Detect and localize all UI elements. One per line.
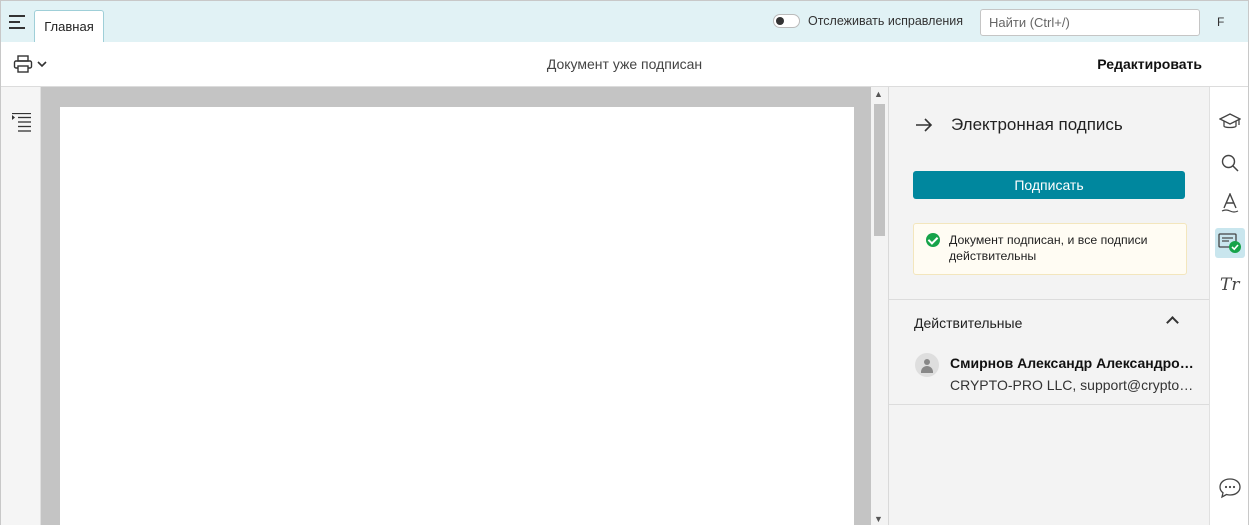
signer-item[interactable]: Смирнов Александр Александрович CRYPTO-P… (889, 344, 1209, 405)
outline-icon[interactable] (11, 113, 32, 133)
document-area (41, 87, 871, 525)
edit-button[interactable]: Редактировать (1097, 56, 1202, 72)
signature-status-notice: Документ подписан, и все подписи действи… (913, 223, 1187, 275)
text-style-icon[interactable] (1215, 188, 1245, 218)
sign-button[interactable]: Подписать (913, 171, 1185, 199)
svg-text:Tr: Tr (1220, 275, 1240, 293)
toggle-switch[interactable] (773, 14, 800, 28)
signer-org: CRYPTO-PRO LLC, support@cryptopro.ru (950, 377, 1200, 393)
right-rail: Tr (1209, 87, 1248, 525)
panel-header: Электронная подпись (915, 115, 1123, 135)
tab-home[interactable]: Главная (34, 10, 104, 42)
printer-icon (13, 55, 33, 73)
signer-name: Смирнов Александр Александрович (950, 355, 1200, 371)
avatar (915, 353, 939, 377)
signature-icon[interactable] (1215, 228, 1245, 258)
vertical-scrollbar[interactable]: ▲ ▼ (871, 87, 888, 525)
text-format-icon[interactable]: Tr (1215, 269, 1245, 299)
chevron-down-icon (37, 61, 47, 68)
notice-text: Документ подписан, и все подписи действи… (949, 233, 1148, 263)
scroll-thumb[interactable] (874, 104, 885, 236)
chevron-up-icon[interactable] (1166, 316, 1179, 329)
check-circle-icon (926, 233, 940, 247)
graduation-cap-icon[interactable] (1215, 107, 1245, 137)
user-avatar[interactable]: F (1217, 15, 1224, 29)
arrow-right-icon[interactable] (915, 118, 933, 132)
document-page[interactable] (60, 107, 854, 525)
track-changes-label: Отслеживать исправления (808, 14, 964, 28)
document-status: Документ уже подписан (546, 56, 703, 72)
search-input[interactable] (980, 9, 1200, 36)
search-icon[interactable] (1215, 148, 1245, 178)
valid-signatures-header[interactable]: Действительные (889, 300, 1209, 344)
toolbar: Документ уже подписан Редактировать (1, 42, 1248, 87)
signature-panel: Электронная подпись Подписать Документ п… (888, 87, 1209, 525)
scroll-up-icon[interactable]: ▲ (874, 89, 883, 99)
chat-icon[interactable] (1215, 473, 1245, 503)
top-bar: Главная Отслеживать исправления F (1, 1, 1248, 42)
print-button[interactable] (13, 55, 47, 73)
left-rail (1, 87, 41, 525)
menu-icon[interactable] (9, 15, 25, 29)
track-changes-toggle[interactable]: Отслеживать исправления (773, 14, 963, 28)
section-title: Действительные (914, 315, 1023, 331)
scroll-down-icon[interactable]: ▼ (874, 514, 883, 524)
panel-title: Электронная подпись (951, 115, 1123, 134)
